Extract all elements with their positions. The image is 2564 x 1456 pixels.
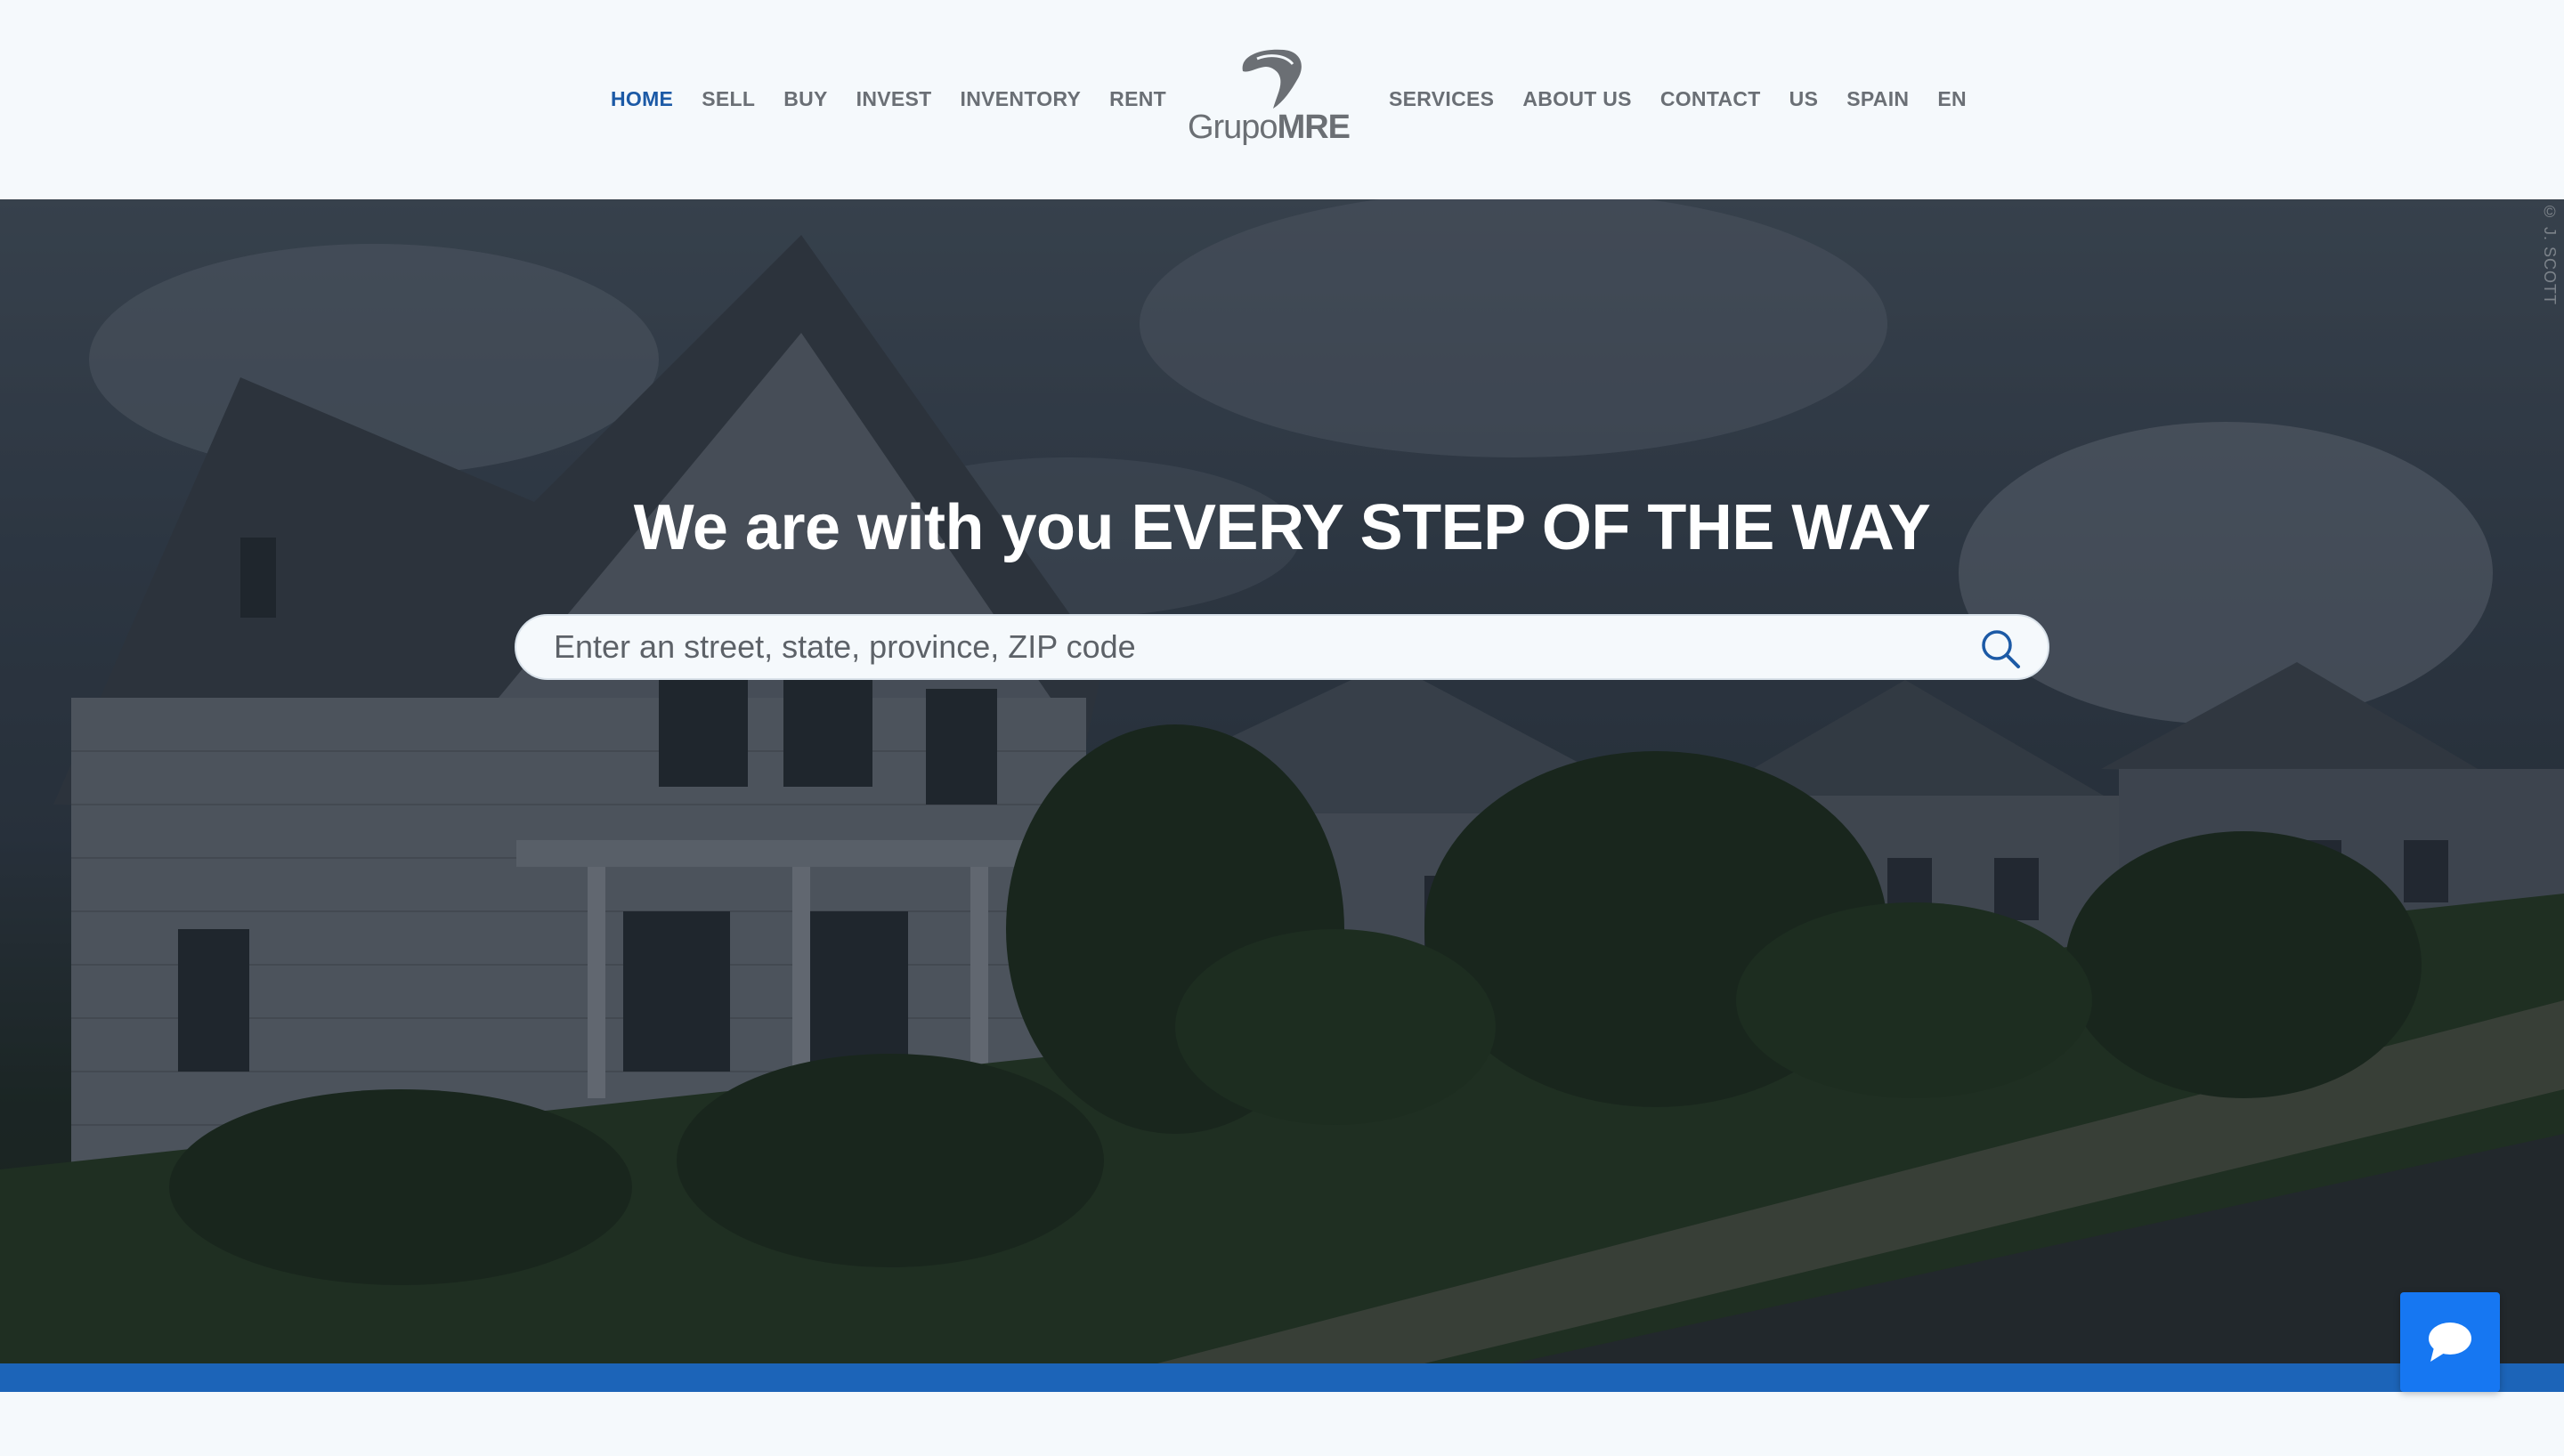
hero-title: We are with you EVERY STEP OF THE WAY: [633, 492, 1931, 564]
chat-bubble-icon: [2429, 1323, 2471, 1362]
main-nav-right: SERVICES ABOUT US CONTACT US SPAIN EN: [1389, 85, 1967, 112]
nav-invest[interactable]: INVEST: [856, 85, 932, 112]
nav-buy[interactable]: BUY: [783, 85, 827, 112]
nav-language-en[interactable]: EN: [1937, 85, 1967, 112]
nav-spain[interactable]: SPAIN: [1846, 85, 1909, 112]
site-header: HOME SELL BUY INVEST INVENTORY RENT Grup…: [0, 0, 2564, 199]
logo-mark-icon: [1242, 49, 1302, 109]
logo-text-bold: MRE: [1277, 109, 1351, 146]
search-icon[interactable]: [1978, 627, 2023, 671]
logo-text-regular: Grupo: [1187, 109, 1278, 146]
main-nav-left: HOME SELL BUY INVEST INVENTORY RENT: [611, 85, 1166, 112]
hero-overlay: [0, 199, 2564, 1363]
chat-button[interactable]: [2400, 1292, 2500, 1392]
hero-banner: © J. SCOTT We are with you EVERY STEP OF…: [0, 199, 2564, 1363]
logo-wordmark: GrupoMRE: [1186, 109, 1351, 147]
location-search-input[interactable]: [552, 616, 1941, 678]
location-search-bar: [515, 614, 2049, 680]
photo-credit: © J. SCOTT: [2541, 203, 2559, 305]
nav-rent[interactable]: RENT: [1109, 85, 1166, 112]
nav-contact[interactable]: CONTACT: [1660, 85, 1761, 112]
grupomre-logo[interactable]: GrupoMRE: [1186, 46, 1351, 153]
nav-home[interactable]: HOME: [611, 85, 673, 112]
page-content-start: [0, 1392, 2564, 1456]
accent-strip: [0, 1363, 2564, 1392]
nav-about-us[interactable]: ABOUT US: [1522, 85, 1632, 112]
nav-sell[interactable]: SELL: [702, 85, 755, 112]
nav-services[interactable]: SERVICES: [1389, 85, 1494, 112]
nav-us[interactable]: US: [1789, 85, 1819, 112]
nav-inventory[interactable]: INVENTORY: [961, 85, 1082, 112]
